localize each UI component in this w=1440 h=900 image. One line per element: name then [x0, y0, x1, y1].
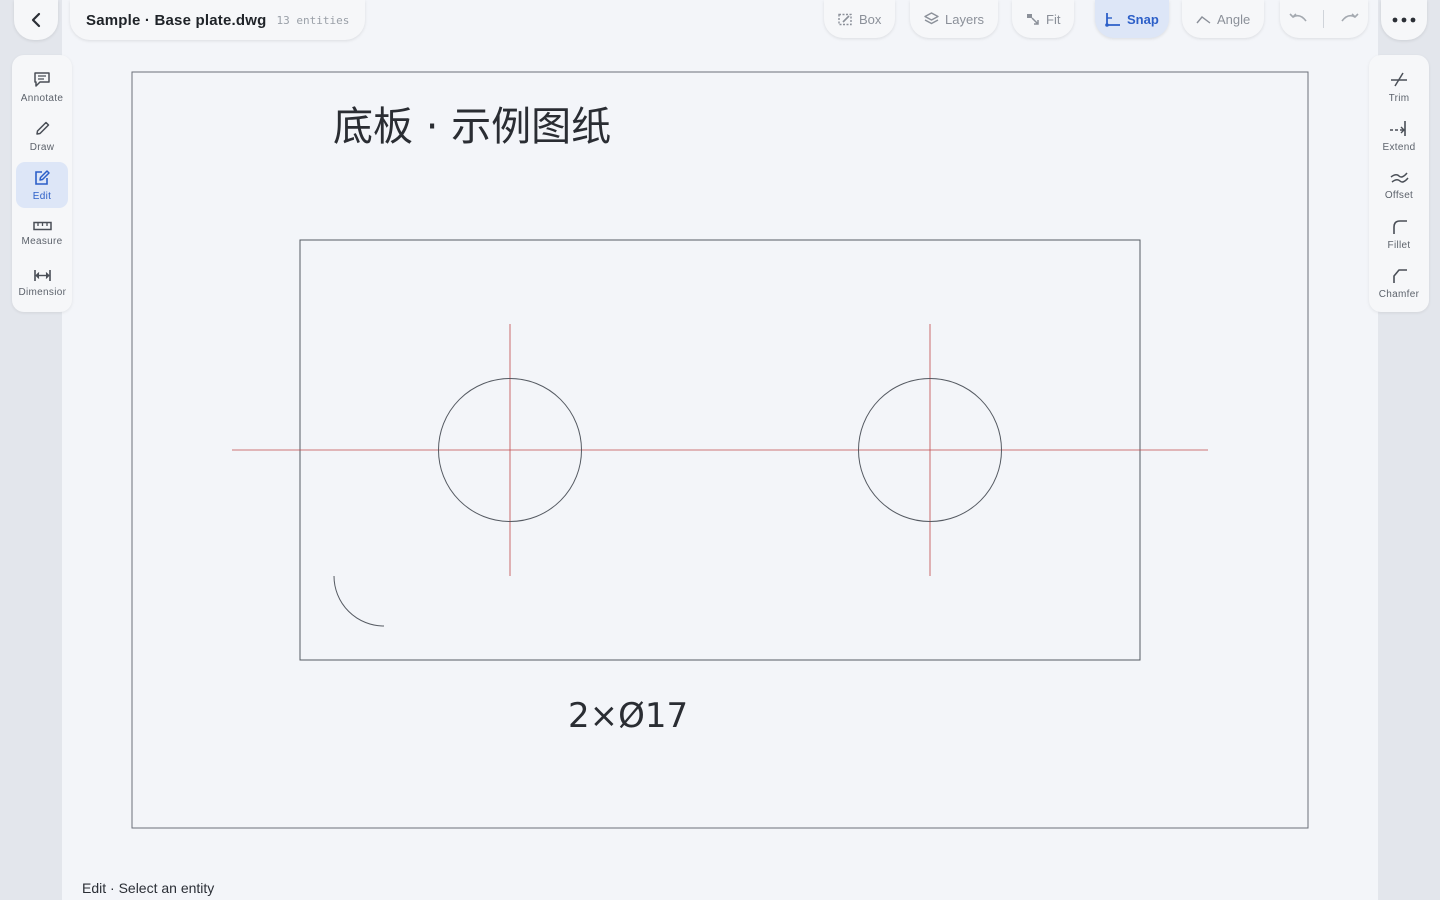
more-icon [1392, 17, 1416, 23]
right-toolbar: Trim Extend Offset Fillet Chamfer [1369, 55, 1429, 312]
drawing-title[interactable]: 底板 · 示例图纸 [333, 104, 611, 150]
undo-redo-group [1280, 0, 1368, 38]
tool-chamfer-label: Chamfer [1378, 288, 1420, 300]
tool-measure-label: Measure [21, 236, 63, 247]
fillet-icon [1392, 219, 1407, 234]
angle-icon [1196, 16, 1211, 24]
offset-icon [1390, 172, 1409, 183]
tool-fillet[interactable]: Fillet [1373, 211, 1425, 257]
layers-button[interactable]: Layers [910, 0, 999, 38]
layers-label: Layers [945, 11, 985, 27]
back-button[interactable] [14, 0, 58, 40]
extend-icon [1390, 120, 1406, 136]
tool-measure[interactable]: Measure [16, 211, 68, 257]
angle-label: Angle [1217, 11, 1251, 27]
left-toolbar: Annotate Draw Edit Measure Dimension [12, 55, 72, 312]
tool-offset-label: Offset [1384, 189, 1414, 201]
document-title-bar: Sample · Base plate.dwg 13 entities [70, 0, 366, 40]
tool-draw[interactable]: Draw [16, 113, 68, 159]
document-title: Sample · Base plate.dwg [86, 11, 267, 29]
trim-icon [1391, 72, 1407, 86]
ruler-icon [32, 221, 52, 231]
tool-annotate-label: Annotate [20, 92, 64, 104]
tool-extend[interactable]: Extend [1373, 113, 1425, 159]
snap-button[interactable]: Snap [1095, 0, 1169, 38]
fit-icon [1027, 13, 1039, 25]
tool-fillet-label: Fillet [1387, 239, 1411, 251]
edit-icon [35, 169, 50, 185]
chevron-left-icon [31, 12, 41, 28]
tool-edit[interactable]: Edit [16, 162, 68, 208]
undo-redo-divider [1323, 10, 1325, 28]
box-select-icon [838, 13, 852, 25]
box-select-button[interactable]: Box [824, 0, 896, 38]
tool-offset[interactable]: Offset [1373, 162, 1425, 208]
tool-extend-label: Extend [1382, 141, 1416, 153]
snap-icon [1105, 12, 1120, 27]
tool-annotate[interactable]: Annotate [16, 64, 68, 110]
more-menu-button[interactable] [1381, 0, 1427, 40]
tool-trim-label: Trim [1388, 92, 1410, 104]
undo-icon [1289, 13, 1307, 22]
redo-icon [1341, 13, 1359, 22]
tool-chamfer[interactable]: Chamfer [1373, 260, 1425, 306]
drawing-canvas[interactable]: 底板 · 示例图纸 2×Ø17 [62, 0, 1378, 900]
entity-count: 13 entities [276, 13, 350, 27]
box-select-label: Box [859, 11, 882, 27]
tool-edit-label: Edit [32, 190, 52, 202]
angle-button[interactable]: Angle [1182, 0, 1265, 38]
fit-label: Fit [1046, 11, 1061, 27]
corner-arc[interactable] [333, 575, 385, 627]
redo-button[interactable] [1340, 12, 1360, 26]
undo-button[interactable] [1288, 12, 1308, 26]
tool-dimension-label: Dimension [18, 286, 66, 298]
pencil-icon [35, 121, 49, 135]
tool-draw-label: Draw [29, 141, 55, 153]
hole-dimension-label[interactable]: 2×Ø17 [568, 696, 688, 736]
tool-dimension[interactable]: Dimension [16, 260, 68, 306]
drawing-svg[interactable]: 底板 · 示例图纸 2×Ø17 [62, 0, 1378, 900]
tool-trim[interactable]: Trim [1373, 64, 1425, 110]
dimension-icon [33, 269, 51, 281]
annotate-icon [34, 71, 50, 87]
status-bar: Edit · Select an entity [82, 880, 215, 896]
chamfer-icon [1392, 268, 1407, 283]
snap-label: Snap [1127, 11, 1159, 27]
fit-button[interactable]: Fit [1012, 0, 1075, 38]
layers-icon [924, 12, 939, 25]
